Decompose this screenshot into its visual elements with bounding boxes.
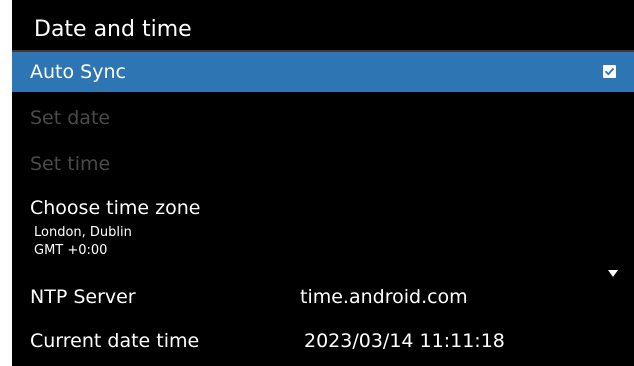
time-zone-offset: GMT +0:00 [34,243,108,258]
ntp-server-label: NTP Server [30,286,136,308]
current-date-time-row: Current date time 2023/03/14 11:11:18 [12,322,634,362]
auto-sync-row[interactable]: Auto Sync [12,52,634,92]
date-time-settings-panel: Date and time Auto Sync Set date Set tim… [12,0,634,366]
caret-down-icon[interactable] [608,270,618,277]
time-zone-row[interactable]: Choose time zone London, Dublin GMT +0:0… [12,192,634,264]
current-date-time-value: 2023/03/14 11:11:18 [304,330,505,352]
set-time-row: Set time [12,144,634,184]
page-title: Date and time [34,17,192,42]
set-date-label: Set date [30,107,111,129]
time-zone-label: Choose time zone [30,197,201,219]
checkbox-checked-icon[interactable] [603,65,616,78]
ntp-server-row[interactable]: NTP Server time.android.com [12,278,634,318]
set-date-row: Set date [12,98,634,138]
current-date-time-label: Current date time [30,330,200,352]
ntp-server-value: time.android.com [300,286,468,308]
auto-sync-label: Auto Sync [30,61,126,83]
time-zone-city: London, Dublin [34,225,132,240]
set-time-label: Set time [30,153,111,175]
